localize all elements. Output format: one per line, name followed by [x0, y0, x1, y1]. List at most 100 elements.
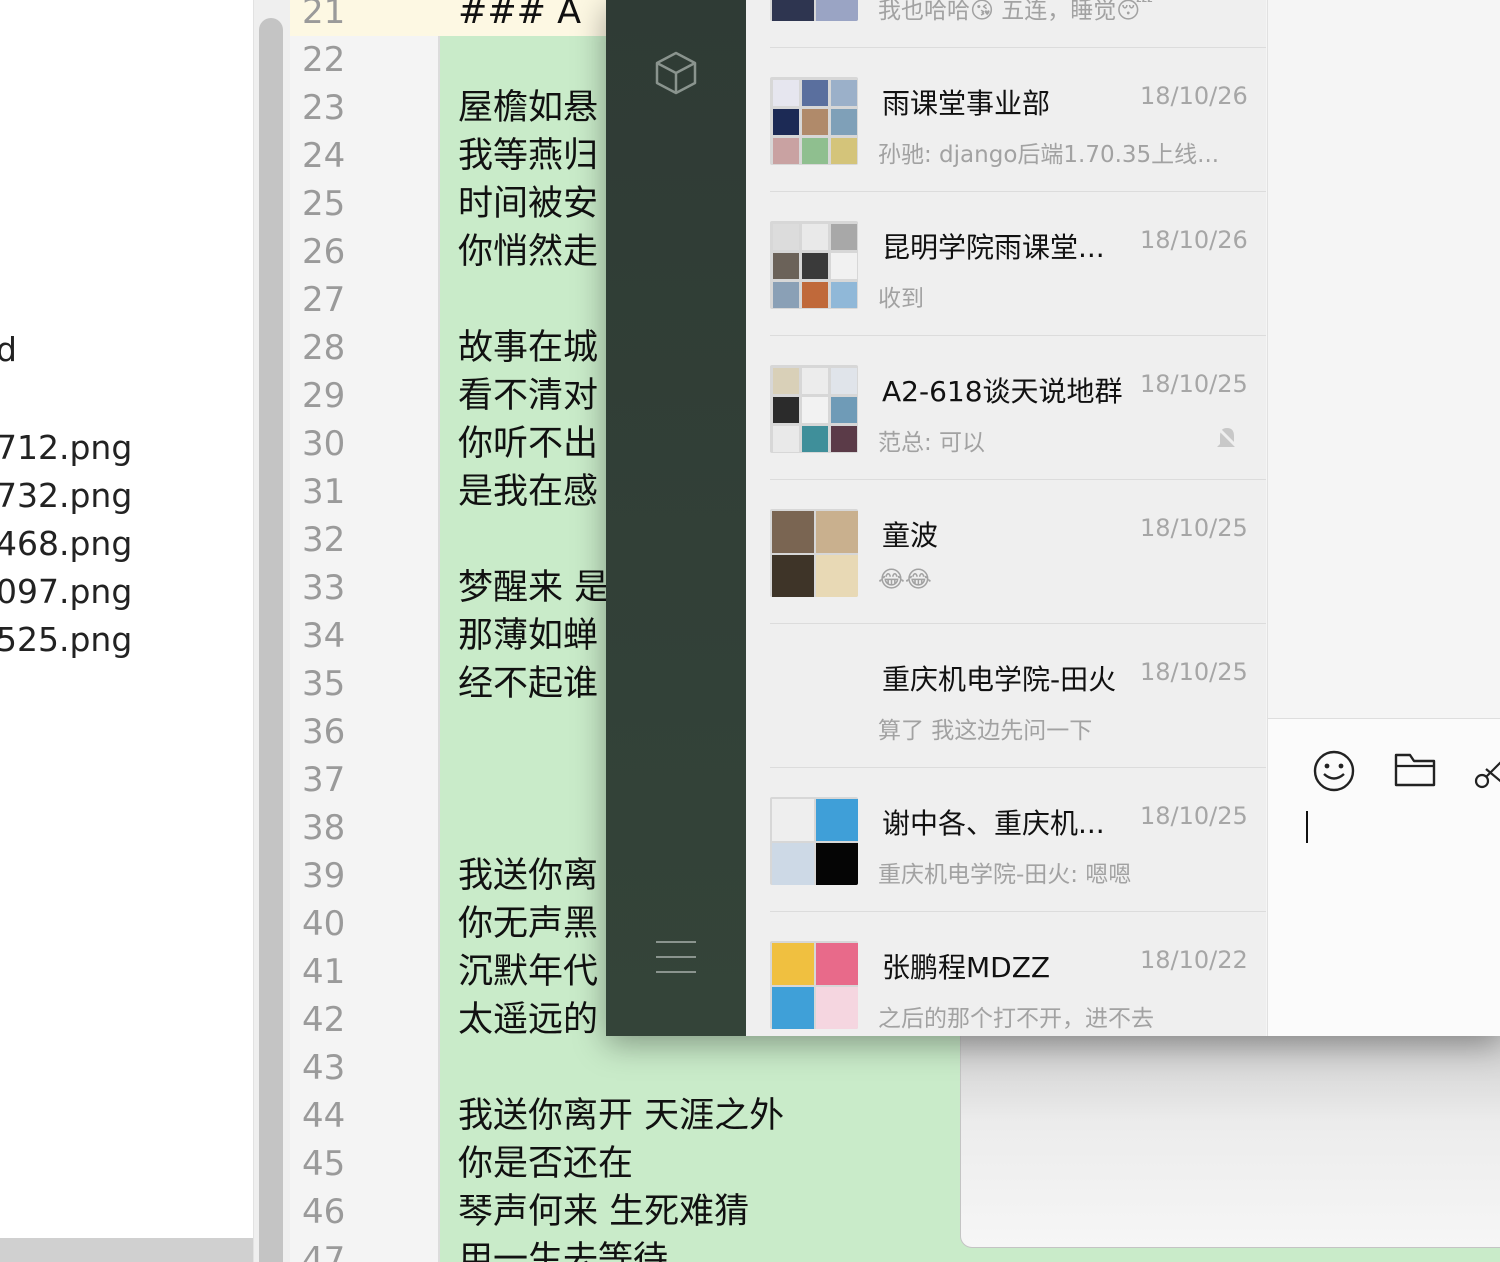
code-line[interactable]: 太遥远的 [458, 996, 598, 1044]
avatar-tile [816, 555, 858, 597]
line-number: 32 [302, 520, 346, 560]
line-number: 40 [302, 904, 346, 944]
line-number: 25 [302, 184, 346, 224]
avatar-tile [773, 282, 799, 308]
avatar-tile [773, 397, 799, 423]
avatar [770, 365, 858, 453]
vertical-scrollbar[interactable] [253, 0, 290, 1262]
code-line[interactable]: 我送你离开 天涯之外 [458, 1092, 784, 1140]
line-number: 31 [302, 472, 346, 512]
chat-preview: 之后的那个打不开，进不去 [878, 1006, 1154, 1032]
chat-list-item[interactable]: 雨课堂事业部 18/10/26 孙驰: django后端1.70.35上线... [770, 48, 1266, 192]
code-line[interactable]: 用一生去等待 [458, 1236, 668, 1262]
line-number: 35 [302, 664, 346, 704]
chat-list-item[interactable]: 重庆机电学院-田火 18/10/25 算了 我这边先问一下 [770, 624, 1266, 768]
file-browser-pane: d 712.png 732.png 468.png 097.png 525.pn… [0, 0, 253, 1262]
avatar-tile [831, 426, 857, 452]
avatar-tile [831, 282, 857, 308]
code-line[interactable]: 你悄然走 [458, 228, 598, 276]
menu-icon[interactable] [656, 940, 696, 974]
avatar-tile [772, 511, 814, 553]
chat-list-item[interactable]: 昆明学院雨课堂... 18/10/26 收到 [770, 192, 1266, 336]
avatar [770, 653, 858, 741]
chat-date: 18/10/25 [1140, 514, 1248, 542]
chat-list-item[interactable]: 张鹏程MDZZ 18/10/22 之后的那个打不开，进不去 [770, 912, 1266, 1036]
line-number: 39 [302, 856, 346, 896]
file-item[interactable]: 468.png [0, 524, 132, 563]
avatar [770, 0, 858, 21]
avatar-tile [772, 987, 814, 1029]
file-item[interactable]: 525.png [0, 620, 132, 659]
line-number: 45 [302, 1144, 346, 1184]
code-line[interactable]: 琴声何来 生死难猜 [458, 1188, 749, 1236]
code-line[interactable]: 是我在感 [458, 468, 598, 516]
file-item[interactable]: 732.png [0, 476, 132, 515]
line-number: 34 [302, 616, 346, 656]
avatar-tile [831, 109, 857, 135]
line-number: 23 [302, 88, 346, 128]
file-item[interactable]: d [0, 330, 17, 369]
line-number: 30 [302, 424, 346, 464]
code-line[interactable]: 时间被安 [458, 180, 598, 228]
avatar-tile [802, 138, 828, 164]
avatar-tile [816, 987, 858, 1029]
code-line[interactable]: 我等燕归 [458, 132, 598, 180]
avatar-tile [816, 0, 858, 21]
text-caret [1306, 811, 1308, 843]
line-number: 47 [302, 1240, 346, 1262]
chat-name: 童波 [882, 519, 939, 552]
code-line[interactable]: 你听不出 [458, 420, 598, 468]
folder-icon[interactable] [1394, 751, 1436, 789]
code-line[interactable]: ### A [458, 0, 581, 36]
avatar-tile [772, 843, 814, 885]
line-number: 43 [302, 1048, 346, 1088]
code-line[interactable]: 你无声黑 [458, 900, 598, 948]
scissors-icon[interactable] [1474, 751, 1500, 791]
horizontal-scrollbar[interactable] [0, 1238, 253, 1262]
line-number: 44 [302, 1096, 346, 1136]
line-number: 22 [302, 40, 346, 80]
chat-name: 昆明学院雨课堂... [882, 231, 1105, 264]
code-line[interactable]: 经不起谁 [458, 660, 598, 708]
chat-date: 18/10/25 [1140, 370, 1248, 398]
smiley-icon[interactable] [1312, 749, 1356, 793]
line-number: 27 [302, 280, 346, 320]
avatar-tile [772, 0, 814, 21]
avatar [770, 797, 858, 885]
avatar-tile [831, 80, 857, 106]
avatar [770, 509, 858, 597]
chat-list-item[interactable]: 谢中各、重庆机... 18/10/25 重庆机电学院-田火: 嗯嗯 [770, 768, 1266, 912]
avatar-tile [773, 138, 799, 164]
file-item[interactable]: 097.png [0, 572, 132, 611]
chat-preview: 我也哈哈😘 五连，睡觉😴 [878, 0, 1154, 24]
code-line[interactable]: 沉默年代 [458, 948, 598, 996]
avatar-tile [802, 426, 828, 452]
nav-rail [606, 0, 746, 1036]
chat-list-item[interactable]: A2-618谈天说地群 18/10/25 范总: 可以 [770, 336, 1266, 480]
chat-preview: 😂😂 [878, 567, 932, 593]
chat-list-item[interactable]: 童波 18/10/25 😂😂 [770, 480, 1266, 624]
code-line[interactable]: 梦醒来 是 [458, 564, 609, 612]
code-line[interactable]: 你是否还在 [458, 1140, 633, 1188]
chat-preview: 孙驰: django后端1.70.35上线... [878, 142, 1220, 168]
chat-preview: 重庆机电学院-田火: 嗯嗯 [878, 862, 1132, 888]
file-item[interactable]: 712.png [0, 428, 132, 467]
cube-icon[interactable] [654, 50, 698, 96]
code-line[interactable]: 那薄如蝉 [458, 612, 598, 660]
message-input-area[interactable] [1268, 718, 1500, 1036]
line-number: 41 [302, 952, 346, 992]
code-line[interactable]: 我送你离 [458, 852, 598, 900]
code-line[interactable]: 看不清对 [458, 372, 598, 420]
avatar-tile [816, 943, 858, 985]
code-line[interactable]: 屋檐如悬 [458, 84, 598, 132]
avatar-tile [773, 368, 799, 394]
chat-list[interactable]: 我也哈哈😘 五连，睡觉😴 雨课堂事业部 18/10/26 孙驰: django后端1.… [746, 0, 1266, 1036]
chat-list-item[interactable]: 我也哈哈😘 五连，睡觉😴 [770, 0, 1266, 48]
chat-date: 18/10/25 [1140, 658, 1248, 686]
wechat-window: 我也哈哈😘 五连，睡觉😴 雨课堂事业部 18/10/26 孙驰: django后端1.… [606, 0, 1500, 1036]
code-line[interactable]: 故事在城 [458, 324, 598, 372]
avatar-tile [816, 511, 858, 553]
scrollbar-thumb[interactable] [259, 18, 283, 1262]
avatar-tile [802, 397, 828, 423]
line-number: 42 [302, 1000, 346, 1040]
